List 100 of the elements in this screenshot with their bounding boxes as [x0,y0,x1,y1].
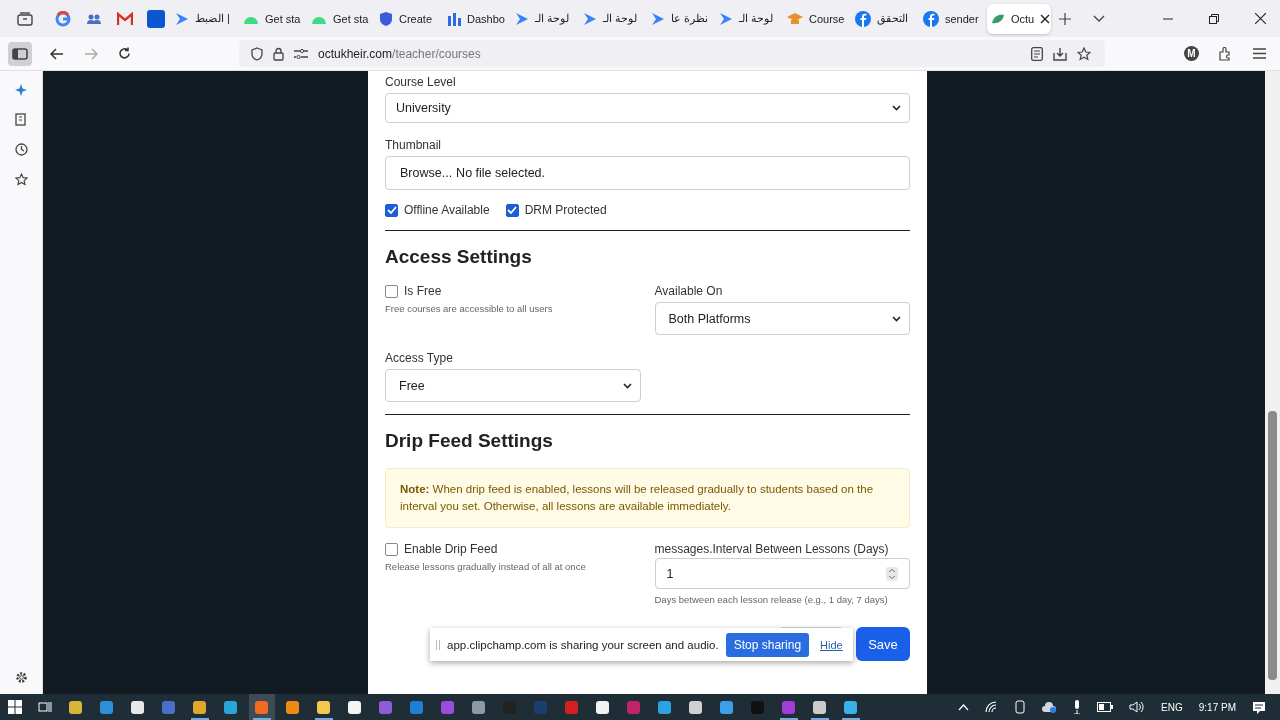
tab-title: Course [809,12,845,25]
checkbox-label: Enable Drip Feed [404,542,498,556]
star-icon[interactable] [1077,46,1091,61]
facebook-icon [855,10,871,27]
battery-icon[interactable] [1097,702,1114,712]
tab-title: لوحة الـ [535,12,570,25]
plus-icon[interactable] [1059,12,1071,25]
tab-title: التحقق [877,12,908,25]
scrollbar[interactable] [1265,71,1280,694]
restore-icon[interactable] [1209,13,1219,24]
browser-tab[interactable]: Get sta [307,3,375,34]
clock[interactable]: 9:17 PM [1198,701,1236,713]
section-heading: Access Settings [385,246,533,268]
arrow-icon [515,11,529,26]
tab-title: لوحة الـ [739,12,774,25]
browser-tab[interactable]: Course [783,3,851,34]
browser-tab[interactable]: Octu [987,3,1051,34]
tab-title: sender [945,12,979,25]
browser-tab[interactable]: التحقق [851,3,919,34]
close-icon[interactable] [1255,13,1266,24]
file-input[interactable]: Browse... No file selected. [385,156,910,190]
course-level-select[interactable]: University [385,93,910,123]
tab-title: لوحة الـ [603,12,638,25]
google-icon [54,10,71,27]
speaker-icon[interactable] [1129,701,1146,713]
lock-icon [273,46,284,61]
star-icon[interactable] [14,173,28,186]
minimize-icon[interactable] [1163,17,1173,20]
checkbox[interactable] [385,284,398,298]
browser-tab[interactable]: لوحة الـ [715,3,783,34]
menu-icon[interactable] [1253,48,1266,59]
platform-select[interactable]: Both Platforms [654,302,910,335]
tab-title: Create [399,12,433,25]
field-label: Thumbnail [385,138,443,152]
drag-handle-icon[interactable] [436,639,440,650]
checkbox[interactable] [385,542,398,556]
tab-title: نظرة عا [671,12,709,25]
help-text: Days between each lesson release (e.g., 1 day, 7 days) [654,594,889,605]
mail-icon [116,11,133,26]
field-label: Course Level [385,75,457,89]
browser-tab[interactable]: نظرة عا [647,3,715,34]
reload-icon[interactable] [118,47,131,60]
browser-tab[interactable]: لوحة الـ [579,3,647,34]
arrow-icon [651,11,665,26]
caret-icon [622,382,632,389]
leaf-icon [991,12,1005,25]
hide-link[interactable]: Hide [820,638,843,651]
browser-tab[interactable]: لوحة الـ [511,3,579,34]
sidebar-toggle-icon[interactable] [8,41,32,66]
language-indicator[interactable]: ENG [1161,701,1183,713]
chevron-up-icon[interactable] [958,703,970,711]
checkbox-label: Offline Available [404,203,490,217]
interval-input[interactable]: 1 [654,558,910,589]
app-taskbar-button[interactable] [248,694,275,720]
notifications-icon[interactable] [1252,700,1266,714]
stop-sharing-button[interactable]: Stop sharing [725,632,810,657]
caret-icon [892,315,901,322]
profile-avatar[interactable]: M [1184,46,1199,61]
settings-icon[interactable] [14,671,28,684]
tab-title: Dashbo [467,12,505,25]
browser-tab[interactable]: Dashbo [443,3,511,34]
url-text: octukheir.com/teacher/courses [318,46,481,61]
browser-tab[interactable]: Create [375,3,443,34]
save-button[interactable]: Save [856,627,910,661]
microphone-icon[interactable] [1073,700,1082,714]
file-status: No file selected. [456,166,546,180]
windows-start-icon[interactable] [8,700,22,714]
help-text: Release lessons gradually instead of all at once [385,561,587,572]
task-view-icon[interactable] [38,700,52,714]
cloud-icon[interactable] [1041,701,1058,713]
browse-button[interactable]: Browse... [400,166,453,180]
chevron-down-icon[interactable] [1093,15,1105,22]
spinner-icon[interactable] [886,566,898,581]
sliders-icon [294,48,308,59]
browser-tab[interactable]: sender [919,3,987,34]
checkbox[interactable] [385,203,398,217]
access-type-select[interactable]: Free [385,369,641,402]
arrow-icon [175,11,189,26]
sharing-message: app.clipchamp.com is sharing your screen and audio. [447,638,719,651]
checkbox[interactable] [505,203,519,217]
field-label: messages.Interval Between Lessons (Days) [654,542,890,556]
help-text: Free courses are accessible to all users [385,303,554,314]
download-icon[interactable] [1053,46,1067,61]
caret-icon [892,105,901,111]
reader-icon[interactable] [1031,46,1043,61]
browser-tab[interactable]: الضبط | [171,3,239,34]
field-label: Available On [654,284,724,298]
sparkle-icon[interactable] [15,84,27,96]
back-icon[interactable] [50,47,64,60]
arrow-icon [719,11,733,26]
close-icon[interactable] [1040,13,1051,24]
arrow-icon [583,11,597,26]
cap-icon [787,12,803,25]
shield-icon [379,10,393,27]
tab-list-icon[interactable] [17,11,33,26]
address-bar[interactable]: octukheir.com/teacher/courses [239,40,1105,67]
history-icon[interactable] [14,143,28,156]
device-icon[interactable] [1015,700,1026,714]
puzzle-icon[interactable] [1219,46,1233,61]
browser-tab[interactable]: Get sta [239,3,307,34]
